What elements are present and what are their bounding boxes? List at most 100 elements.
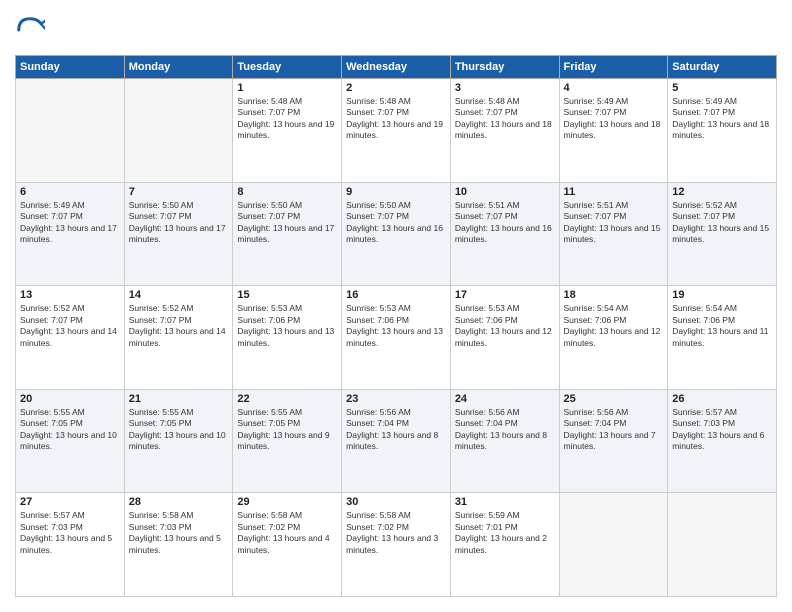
calendar-cell: 30Sunrise: 5:58 AM Sunset: 7:02 PM Dayli… bbox=[342, 493, 451, 597]
calendar-cell: 10 Sunrise: 5:51 AM Sunset: 7:07 PM Dayli… bbox=[450, 182, 559, 286]
calendar-cell: 19 Sunrise: 5:54 AM Sunset: 7:06 PM Dayli… bbox=[668, 286, 777, 390]
day-number: 27 bbox=[20, 496, 120, 508]
cell-info: Sunrise: 5:56 AM Sunset: 7:04 PM Dayligh… bbox=[455, 407, 555, 453]
cell-info: Sunrise: 5:50 AM Sunset: 7:07 PM Dayligh… bbox=[129, 200, 229, 246]
cell-info: Sunrise: 5:58 AM Sunset: 7:02 PM Dayligh… bbox=[346, 510, 446, 556]
calendar-cell bbox=[559, 493, 668, 597]
day-number: 17 bbox=[455, 289, 555, 301]
cell-info: Sunrise: 5:49 AM Sunset: 7:07 PM Dayligh… bbox=[672, 96, 772, 142]
calendar-cell: 17 Sunrise: 5:53 AM Sunset: 7:06 PM Dayli… bbox=[450, 286, 559, 390]
calendar-week-row: 27 Sunrise: 5:57 AM Sunset: 7:03 PM Dayli… bbox=[16, 493, 777, 597]
header bbox=[15, 15, 777, 45]
logo-icon bbox=[15, 15, 45, 45]
day-number: 20 bbox=[20, 393, 120, 405]
calendar-cell: 18 Sunrise: 5:54 AM Sunset: 7:06 PM Dayli… bbox=[559, 286, 668, 390]
day-number: 12 bbox=[672, 186, 772, 198]
cell-info: Sunrise: 5:54 AM Sunset: 7:06 PM Dayligh… bbox=[672, 303, 772, 349]
weekday-header-friday: Friday bbox=[559, 56, 668, 79]
cell-info: Sunrise: 5:52 AM Sunset: 7:07 PM Dayligh… bbox=[129, 303, 229, 349]
cell-info: Sunrise: 5:58 AM Sunset: 7:02 PM Dayligh… bbox=[237, 510, 337, 556]
cell-info: Sunrise: 5:49 AM Sunset: 7:07 PM Dayligh… bbox=[564, 96, 664, 142]
day-number: 13 bbox=[20, 289, 120, 301]
day-number: 25 bbox=[564, 393, 664, 405]
cell-info: Sunrise: 5:56 AM Sunset: 7:04 PM Dayligh… bbox=[346, 407, 446, 453]
cell-info: Sunrise: 5:56 AM Sunset: 7:04 PM Dayligh… bbox=[564, 407, 664, 453]
calendar-cell: 26 Sunrise: 5:57 AM Sunset: 7:03 PM Dayli… bbox=[668, 389, 777, 493]
logo bbox=[15, 15, 49, 45]
weekday-header-tuesday: Tuesday bbox=[233, 56, 342, 79]
day-number: 28 bbox=[129, 496, 229, 508]
day-number: 5 bbox=[672, 82, 772, 94]
cell-info: Sunrise: 5:49 AM Sunset: 7:07 PM Dayligh… bbox=[20, 200, 120, 246]
day-number: 1 bbox=[237, 82, 337, 94]
day-number: 4 bbox=[564, 82, 664, 94]
calendar-cell: 31Sunrise: 5:59 AM Sunset: 7:01 PM Dayli… bbox=[450, 493, 559, 597]
day-number: 26 bbox=[672, 393, 772, 405]
cell-info: Sunrise: 5:53 AM Sunset: 7:06 PM Dayligh… bbox=[455, 303, 555, 349]
day-number: 18 bbox=[564, 289, 664, 301]
calendar-cell: 15Sunrise: 5:53 AM Sunset: 7:06 PM Dayli… bbox=[233, 286, 342, 390]
calendar-cell: 8 Sunrise: 5:50 AM Sunset: 7:07 PM Daylig… bbox=[233, 182, 342, 286]
calendar-cell bbox=[16, 79, 125, 183]
day-number: 29 bbox=[237, 496, 337, 508]
day-number: 21 bbox=[129, 393, 229, 405]
page: SundayMondayTuesdayWednesdayThursdayFrid… bbox=[0, 0, 792, 612]
weekday-header-wednesday: Wednesday bbox=[342, 56, 451, 79]
cell-info: Sunrise: 5:48 AM Sunset: 7:07 PM Dayligh… bbox=[237, 96, 337, 142]
cell-info: Sunrise: 5:50 AM Sunset: 7:07 PM Dayligh… bbox=[237, 200, 337, 246]
cell-info: Sunrise: 5:48 AM Sunset: 7:07 PM Dayligh… bbox=[346, 96, 446, 142]
day-number: 11 bbox=[564, 186, 664, 198]
calendar-cell bbox=[668, 493, 777, 597]
day-number: 16 bbox=[346, 289, 446, 301]
day-number: 31 bbox=[455, 496, 555, 508]
calendar-cell: 27 Sunrise: 5:57 AM Sunset: 7:03 PM Dayli… bbox=[16, 493, 125, 597]
calendar-cell: 1 Sunrise: 5:48 AM Sunset: 7:07 PM Daylig… bbox=[233, 79, 342, 183]
day-number: 24 bbox=[455, 393, 555, 405]
day-number: 8 bbox=[237, 186, 337, 198]
calendar-cell: 3Sunrise: 5:48 AM Sunset: 7:07 PM Daylig… bbox=[450, 79, 559, 183]
weekday-header-row: SundayMondayTuesdayWednesdayThursdayFrid… bbox=[16, 56, 777, 79]
calendar-week-row: 20 Sunrise: 5:55 AM Sunset: 7:05 PM Dayli… bbox=[16, 389, 777, 493]
day-number: 2 bbox=[346, 82, 446, 94]
calendar-week-row: 1 Sunrise: 5:48 AM Sunset: 7:07 PM Daylig… bbox=[16, 79, 777, 183]
cell-info: Sunrise: 5:54 AM Sunset: 7:06 PM Dayligh… bbox=[564, 303, 664, 349]
cell-info: Sunrise: 5:50 AM Sunset: 7:07 PM Dayligh… bbox=[346, 200, 446, 246]
calendar-cell: 22Sunrise: 5:55 AM Sunset: 7:05 PM Dayli… bbox=[233, 389, 342, 493]
calendar-cell: 9 Sunrise: 5:50 AM Sunset: 7:07 PM Daylig… bbox=[342, 182, 451, 286]
calendar-cell: 4 Sunrise: 5:49 AM Sunset: 7:07 PM Daylig… bbox=[559, 79, 668, 183]
calendar-cell bbox=[124, 79, 233, 183]
calendar-cell: 29 Sunrise: 5:58 AM Sunset: 7:02 PM Dayli… bbox=[233, 493, 342, 597]
day-number: 6 bbox=[20, 186, 120, 198]
cell-info: Sunrise: 5:58 AM Sunset: 7:03 PM Dayligh… bbox=[129, 510, 229, 556]
day-number: 9 bbox=[346, 186, 446, 198]
weekday-header-thursday: Thursday bbox=[450, 56, 559, 79]
calendar-week-row: 13 Sunrise: 5:52 AM Sunset: 7:07 PM Dayli… bbox=[16, 286, 777, 390]
calendar-cell: 13 Sunrise: 5:52 AM Sunset: 7:07 PM Dayli… bbox=[16, 286, 125, 390]
cell-info: Sunrise: 5:53 AM Sunset: 7:06 PM Dayligh… bbox=[346, 303, 446, 349]
day-number: 3 bbox=[455, 82, 555, 94]
calendar-cell: 14 Sunrise: 5:52 AM Sunset: 7:07 PM Dayli… bbox=[124, 286, 233, 390]
calendar-cell: 20 Sunrise: 5:55 AM Sunset: 7:05 PM Dayli… bbox=[16, 389, 125, 493]
calendar-cell: 11Sunrise: 5:51 AM Sunset: 7:07 PM Dayli… bbox=[559, 182, 668, 286]
calendar-cell: 24 Sunrise: 5:56 AM Sunset: 7:04 PM Dayli… bbox=[450, 389, 559, 493]
day-number: 14 bbox=[129, 289, 229, 301]
day-number: 10 bbox=[455, 186, 555, 198]
cell-info: Sunrise: 5:51 AM Sunset: 7:07 PM Dayligh… bbox=[455, 200, 555, 246]
cell-info: Sunrise: 5:52 AM Sunset: 7:07 PM Dayligh… bbox=[672, 200, 772, 246]
cell-info: Sunrise: 5:57 AM Sunset: 7:03 PM Dayligh… bbox=[672, 407, 772, 453]
calendar-cell: 2 Sunrise: 5:48 AM Sunset: 7:07 PM Daylig… bbox=[342, 79, 451, 183]
day-number: 7 bbox=[129, 186, 229, 198]
calendar-cell: 6 Sunrise: 5:49 AM Sunset: 7:07 PM Daylig… bbox=[16, 182, 125, 286]
calendar-week-row: 6 Sunrise: 5:49 AM Sunset: 7:07 PM Daylig… bbox=[16, 182, 777, 286]
day-number: 19 bbox=[672, 289, 772, 301]
cell-info: Sunrise: 5:52 AM Sunset: 7:07 PM Dayligh… bbox=[20, 303, 120, 349]
cell-info: Sunrise: 5:57 AM Sunset: 7:03 PM Dayligh… bbox=[20, 510, 120, 556]
weekday-header-monday: Monday bbox=[124, 56, 233, 79]
calendar-table: SundayMondayTuesdayWednesdayThursdayFrid… bbox=[15, 55, 777, 597]
calendar-cell: 28 Sunrise: 5:58 AM Sunset: 7:03 PM Dayli… bbox=[124, 493, 233, 597]
calendar-cell: 5 Sunrise: 5:49 AM Sunset: 7:07 PM Daylig… bbox=[668, 79, 777, 183]
cell-info: Sunrise: 5:53 AM Sunset: 7:06 PM Dayligh… bbox=[237, 303, 337, 349]
calendar-cell: 25 Sunrise: 5:56 AM Sunset: 7:04 PM Dayli… bbox=[559, 389, 668, 493]
cell-info: Sunrise: 5:55 AM Sunset: 7:05 PM Dayligh… bbox=[20, 407, 120, 453]
cell-info: Sunrise: 5:55 AM Sunset: 7:05 PM Dayligh… bbox=[129, 407, 229, 453]
